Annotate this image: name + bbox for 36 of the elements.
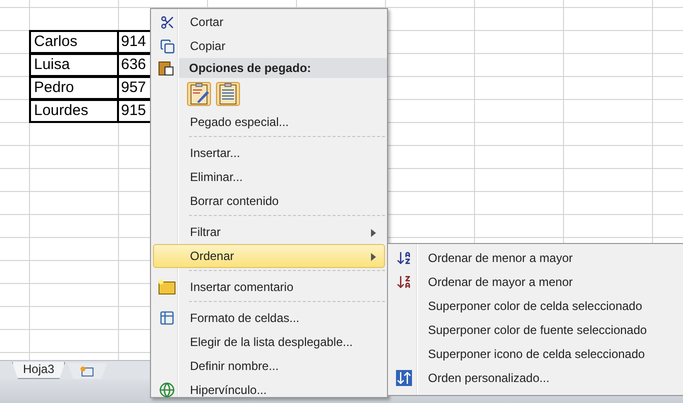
insert-sheet-tab[interactable] [67,363,108,379]
menu-item[interactable]: Borrar contenido [153,189,385,213]
menu-item[interactable]: Elegir de la lista desplegable... [153,330,385,354]
copy-icon [160,38,174,54]
menu-item[interactable]: Orden personalizado... [390,366,681,390]
sort-descending-icon [396,274,412,290]
table-cell: Luisa [29,53,119,77]
menu-item[interactable]: Ordenar de mayor a menor [390,270,681,294]
note-icon [158,279,176,295]
menu-item[interactable]: Eliminar... [153,165,385,189]
globe-icon [159,382,175,398]
menu-item[interactable]: Superponer icono de celda seleccionado [390,342,681,366]
menu-item[interactable]: Insertar comentario [153,275,385,299]
custom-sort-icon [396,370,412,386]
menu-item[interactable]: Superponer color de celda seleccionado [390,294,681,318]
clipboard-icon [158,60,174,76]
sort-ascending-icon [396,250,412,266]
menu-item[interactable]: Ordenar de menor a mayor [390,246,681,270]
sheet-tab[interactable]: Hoja3 [12,362,66,379]
menu-item[interactable]: Superponer color de fuente seleccionado [390,318,681,342]
menu-item[interactable]: Filtrar [153,220,385,244]
paste-formatting-icon[interactable] [187,82,211,106]
menu-item[interactable]: Insertar... [153,141,385,165]
table-cell: Lourdes [29,99,119,123]
menu-item[interactable]: Ordenar [153,244,385,268]
submenu-arrow-icon [371,253,376,261]
paste-values-icon[interactable] [216,82,240,106]
menu-section-header: Opciones de pegado: [179,58,387,78]
table-icon [159,310,175,326]
table-cell: Pedro [29,76,119,100]
submenu-arrow-icon [371,229,376,237]
scissors-icon [160,14,174,30]
new-sheet-icon [80,366,94,376]
menu-item[interactable]: Definir nombre... [153,354,385,378]
table-cell: Carlos [29,30,119,54]
menu-item[interactable]: Formato de celdas... [153,306,385,330]
